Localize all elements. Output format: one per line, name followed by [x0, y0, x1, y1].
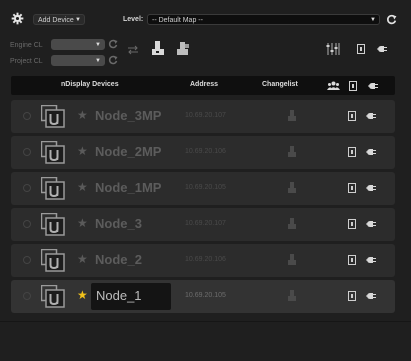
sync-build-button[interactable]: [151, 40, 165, 56]
users-icon: [327, 81, 340, 90]
engine-cl-dropdown[interactable]: ▼: [51, 39, 105, 50]
monitor-icon[interactable]: [348, 219, 356, 229]
primary-star-icon[interactable]: ★: [77, 144, 88, 158]
unreal-logo-icon: [41, 213, 65, 236]
gear-icon: [11, 12, 24, 25]
unreal-logo-icon: [41, 105, 65, 128]
monitor-icon[interactable]: [348, 147, 356, 157]
settings-sliders-button[interactable]: [326, 42, 340, 56]
plug-icon[interactable]: [366, 256, 377, 264]
select-radio[interactable]: [23, 184, 31, 192]
chevron-down-icon: ▼: [95, 58, 101, 64]
plug-icon: [368, 83, 378, 89]
build-icon: [288, 290, 296, 301]
start-all-button[interactable]: [357, 44, 365, 54]
build-icon: [288, 254, 296, 265]
column-devices: nDisplay Devices: [61, 81, 119, 88]
refresh-icon: [108, 55, 118, 65]
node-name: Node_3: [95, 216, 142, 231]
node-address: 10.69.20.107: [185, 112, 226, 119]
chevron-down-icon: ▼: [370, 17, 376, 23]
primary-star-icon[interactable]: ★: [77, 288, 88, 302]
primary-star-icon[interactable]: ★: [77, 216, 88, 230]
sliders-icon: [326, 43, 340, 55]
plug-icon: [377, 46, 387, 52]
monitor-icon[interactable]: [348, 111, 356, 121]
chevron-down-icon: ▼: [95, 42, 101, 48]
project-cl-refresh-button[interactable]: [108, 55, 118, 65]
add-device-label: Add Device: [38, 17, 74, 24]
monitor-icon: [349, 81, 357, 91]
node-name: Node_1: [96, 288, 142, 303]
node-address: 10.69.20.105: [185, 184, 226, 191]
node-address: 10.69.20.105: [185, 292, 226, 299]
project-cl-label: Project CL: [10, 58, 43, 65]
unreal-logo-icon: [41, 285, 65, 308]
node-name: Node_2: [95, 252, 142, 267]
primary-star-icon[interactable]: ★: [77, 252, 88, 266]
monitor-icon[interactable]: [348, 255, 356, 265]
device-table-header: nDisplay Devices Address Changelist: [11, 76, 395, 95]
build-icon: [177, 42, 189, 55]
primary-star-icon[interactable]: ★: [77, 108, 88, 122]
sync-build-icon: [152, 41, 164, 55]
build-icon: [288, 146, 296, 157]
device-row[interactable]: ★ Node_1MP 10.69.20.105: [11, 172, 395, 205]
swap-button[interactable]: [127, 45, 139, 55]
add-device-dropdown[interactable]: Add Device ▼: [33, 14, 85, 25]
chevron-down-icon: ▼: [75, 17, 81, 23]
refresh-icon: [386, 14, 397, 25]
device-row[interactable]: ★ Node_2MP 10.69.20.106: [11, 136, 395, 169]
refresh-level-button[interactable]: [386, 14, 397, 25]
device-row[interactable]: ★ Node_3MP 10.69.20.107: [11, 100, 395, 133]
column-address: Address: [190, 81, 219, 88]
project-cl-dropdown[interactable]: ▼: [51, 55, 105, 66]
column-changelist: Changelist: [262, 81, 298, 88]
device-row[interactable]: ★ Node_2 10.69.20.106: [11, 244, 395, 277]
settings-button[interactable]: [11, 12, 24, 25]
device-row[interactable]: ★ Node_3 10.69.20.107: [11, 208, 395, 241]
select-radio[interactable]: [23, 148, 31, 156]
level-label: Level:: [123, 16, 144, 23]
unreal-logo-icon: [41, 141, 65, 164]
node-name: Node_3MP: [95, 108, 162, 123]
monitor-icon[interactable]: [348, 291, 356, 301]
node-name: Node_1MP: [95, 180, 162, 195]
build-button[interactable]: [176, 41, 190, 56]
refresh-icon: [108, 39, 118, 49]
engine-cl-refresh-button[interactable]: [108, 39, 118, 49]
swap-arrows-icon: [128, 45, 138, 55]
build-icon: [288, 110, 296, 121]
engine-cl-label: Engine CL: [10, 42, 43, 49]
plug-icon[interactable]: [366, 148, 377, 156]
connect-all-button[interactable]: [377, 45, 388, 53]
unreal-logo-icon: [41, 177, 65, 200]
select-radio[interactable]: [23, 112, 31, 120]
select-radio[interactable]: [23, 256, 31, 264]
monitor-icon: [357, 44, 365, 54]
select-radio[interactable]: [23, 292, 31, 300]
build-icon: [288, 218, 296, 229]
primary-star-icon[interactable]: ★: [77, 180, 88, 194]
level-dropdown[interactable]: -- Default Map -- ▼: [147, 14, 380, 25]
level-value: -- Default Map --: [152, 17, 203, 24]
bottom-divider: [0, 321, 411, 322]
node-name: Node_2MP: [95, 144, 162, 159]
plug-icon[interactable]: [366, 292, 377, 300]
build-icon: [288, 182, 296, 193]
node-address: 10.69.20.106: [185, 148, 226, 155]
unreal-logo-icon: [41, 249, 65, 272]
plug-icon[interactable]: [366, 220, 377, 228]
device-row[interactable]: ★ Node_1 10.69.20.105: [11, 280, 395, 313]
select-radio[interactable]: [23, 220, 31, 228]
plug-icon[interactable]: [366, 112, 377, 120]
node-address: 10.69.20.106: [185, 256, 226, 263]
node-address: 10.69.20.107: [185, 220, 226, 227]
monitor-icon[interactable]: [348, 183, 356, 193]
plug-icon[interactable]: [366, 184, 377, 192]
